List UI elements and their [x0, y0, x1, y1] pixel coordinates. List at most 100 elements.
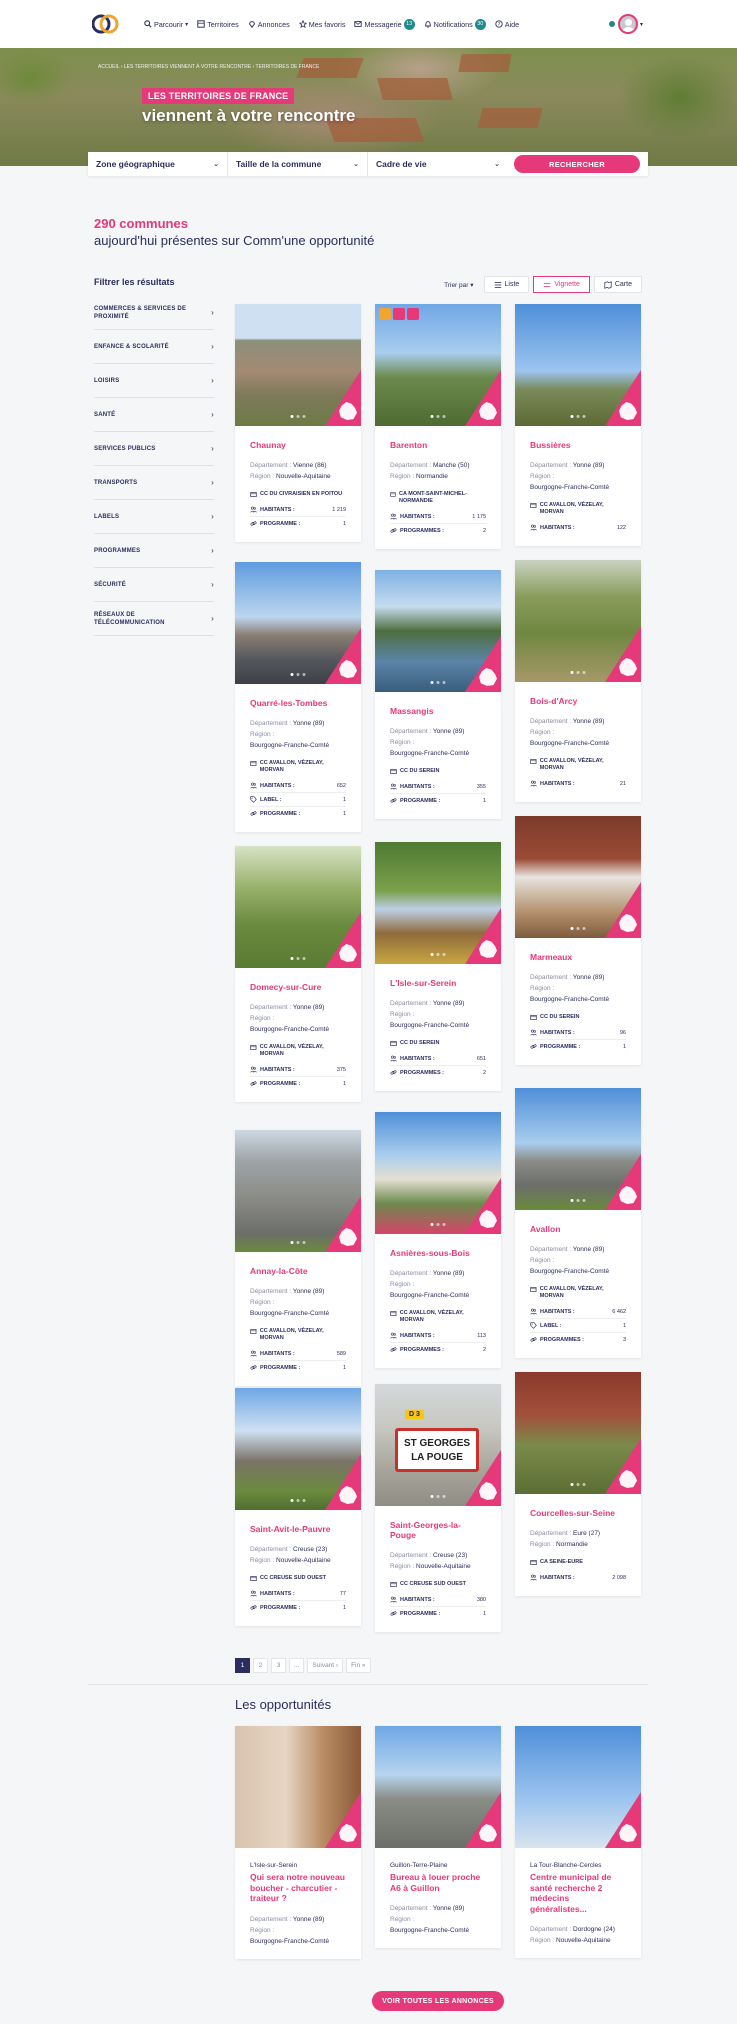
filter-securite[interactable]: SÉCURITÉ ›	[94, 568, 214, 602]
nav-parcourir[interactable]: Parcourir ▾	[144, 20, 188, 29]
commune-photo[interactable]	[235, 1130, 361, 1252]
carousel-dots[interactable]	[570, 927, 586, 930]
page-last[interactable]: Fin »	[346, 1658, 371, 1673]
commune-card[interactable]: Marmeaux Département : Yonne (89) Région…	[515, 816, 641, 1065]
commune-photo[interactable]	[235, 846, 361, 968]
carousel-dots[interactable]	[290, 1241, 306, 1244]
commune-photo[interactable]	[235, 304, 361, 426]
opportunity-title[interactable]: Centre municipal de santé recherche 2 mé…	[530, 1872, 626, 1914]
taille-select[interactable]: Taille de la commune ⌄	[228, 152, 368, 176]
view-map-button[interactable]: Carte	[593, 276, 642, 293]
opportunity-title[interactable]: Qui sera notre nouveau boucher - charcut…	[250, 1872, 346, 1904]
commune-card[interactable]: ST GEORGES LA POUGE D 3 Saint-Georges-la-P…	[375, 1384, 501, 1632]
commune-name[interactable]: Saint-Georges-la-Pouge	[390, 1520, 486, 1540]
commune-name[interactable]: Chaunay	[250, 440, 346, 450]
carousel-dots[interactable]	[570, 1199, 586, 1202]
sort-dropdown[interactable]: Trier par ▾	[444, 281, 473, 289]
commune-card[interactable]: Chaunay Département : Vienne (86) Région…	[235, 304, 361, 542]
commune-name[interactable]: Bois-d'Arcy	[530, 696, 626, 706]
commune-card[interactable]: Bussières Département : Yonne (89) Régio…	[515, 304, 641, 546]
nav-favoris[interactable]: Mes favoris	[298, 20, 345, 29]
commune-card[interactable]: Courcelles-sur-Seine Département : Eure …	[515, 1372, 641, 1596]
commune-photo[interactable]	[375, 1112, 501, 1234]
commune-photo[interactable]	[375, 570, 501, 692]
commune-name[interactable]: Massangis	[390, 706, 486, 716]
opportunity-photo[interactable]	[515, 1726, 641, 1848]
opportunity-card[interactable]: La Tour-Blanche-Cercles Centre municipal…	[515, 1726, 641, 1958]
view-list-button[interactable]: Liste	[483, 276, 530, 293]
commune-card[interactable]: L'Isle-sur-Serein Département : Yonne (8…	[375, 842, 501, 1091]
commune-name[interactable]: Courcelles-sur-Seine	[530, 1508, 626, 1518]
commune-card[interactable]: Saint-Avit-le-Pauvre Département : Creus…	[235, 1388, 361, 1626]
carousel-dots[interactable]	[430, 1495, 446, 1498]
commune-name[interactable]: Bussières	[530, 440, 626, 450]
opportunity-title[interactable]: Bureau à louer proche A6 à Guillon	[390, 1872, 486, 1893]
carousel-dots[interactable]	[430, 681, 446, 684]
commune-photo[interactable]	[515, 816, 641, 938]
commune-name[interactable]: Saint-Avit-le-Pauvre	[250, 1524, 346, 1534]
page-2[interactable]: 2	[253, 1658, 268, 1673]
commune-card[interactable]: Barenton Département : Manche (50) Régio…	[375, 304, 501, 549]
commune-card[interactable]: Domecy-sur-Cure Département : Yonne (89)…	[235, 846, 361, 1102]
commune-name[interactable]: L'Isle-sur-Serein	[390, 978, 486, 988]
commune-name[interactable]: Asnières-sous-Bois	[390, 1248, 486, 1258]
filter-programmes[interactable]: PROGRAMMES ›	[94, 534, 214, 568]
commune-photo[interactable]	[235, 562, 361, 684]
view-all-ads-button[interactable]: VOIR TOUTES LES ANNONCES	[372, 1991, 504, 2011]
carousel-dots[interactable]	[570, 1483, 586, 1486]
nav-notifications[interactable]: Notifications 30	[424, 18, 486, 30]
opportunity-photo[interactable]	[235, 1726, 361, 1848]
breadcrumb[interactable]: ACCUEIL › LES TERRITOIRES VIENNENT À VOT…	[98, 64, 319, 70]
carousel-dots[interactable]	[570, 415, 586, 418]
commune-name[interactable]: Domecy-sur-Cure	[250, 982, 346, 992]
commune-name[interactable]: Quarré-les-Tombes	[250, 698, 346, 708]
page-3[interactable]: 3	[271, 1658, 286, 1673]
nav-messagerie[interactable]: Messagerie 13	[354, 18, 415, 30]
avatar[interactable]	[617, 14, 638, 34]
carousel-dots[interactable]	[290, 1499, 306, 1502]
filter-services-publics[interactable]: SERVICES PUBLICS ›	[94, 432, 214, 466]
commune-name[interactable]: Marmeaux	[530, 952, 626, 962]
commune-card[interactable]: Quarré-les-Tombes Département : Yonne (8…	[235, 562, 361, 832]
user-menu[interactable]: ▾	[608, 14, 643, 34]
cadre-select[interactable]: Cadre de vie ⌄	[368, 152, 508, 176]
view-grid-button[interactable]: Vignette	[533, 276, 590, 293]
search-button[interactable]: RECHERCHER	[514, 155, 640, 173]
commune-photo[interactable]	[515, 1088, 641, 1210]
commune-photo[interactable]	[515, 1372, 641, 1494]
filter-loisirs[interactable]: LOISIRS ›	[94, 364, 214, 398]
commune-name[interactable]: Barenton	[390, 440, 486, 450]
filter-sante[interactable]: SANTÉ ›	[94, 398, 214, 432]
filter-transports[interactable]: TRANSPORTS ›	[94, 466, 214, 500]
opportunity-photo[interactable]	[375, 1726, 501, 1848]
carousel-dots[interactable]	[290, 673, 306, 676]
commune-photo[interactable]: ST GEORGES LA POUGE D 3	[375, 1384, 501, 1506]
commune-photo[interactable]	[515, 304, 641, 426]
commune-name[interactable]: Avallon	[530, 1224, 626, 1234]
filter-enfance[interactable]: ENFANCE & SCOLARITÉ ›	[94, 330, 214, 364]
filter-commerces[interactable]: COMMERCES & SERVICES DE PROXIMITÉ ›	[94, 296, 214, 330]
commune-card[interactable]: Asnières-sous-Bois Département : Yonne (…	[375, 1112, 501, 1368]
page-next[interactable]: Suivant ›	[307, 1658, 344, 1673]
filter-labels[interactable]: LABELS ›	[94, 500, 214, 534]
carousel-dots[interactable]	[570, 671, 586, 674]
page-1[interactable]: 1	[235, 1658, 250, 1673]
commune-card[interactable]: Annay-la-Côte Département : Yonne (89) R…	[235, 1130, 361, 1386]
commune-photo[interactable]	[375, 842, 501, 964]
zone-select[interactable]: Zone géographique ⌄	[88, 152, 228, 176]
commune-name[interactable]: Annay-la-Côte	[250, 1266, 346, 1276]
commune-card[interactable]: Massangis Département : Yonne (89) Régio…	[375, 570, 501, 819]
commune-card[interactable]: Avallon Département : Yonne (89) Région …	[515, 1088, 641, 1358]
carousel-dots[interactable]	[290, 415, 306, 418]
commune-card[interactable]: Bois-d'Arcy Département : Yonne (89) Rég…	[515, 560, 641, 802]
carousel-dots[interactable]	[290, 957, 306, 960]
commune-photo[interactable]	[375, 304, 501, 426]
nav-aide[interactable]: ? Aide	[495, 20, 519, 29]
commune-photo[interactable]	[235, 1388, 361, 1510]
carousel-dots[interactable]	[430, 953, 446, 956]
nav-territoires[interactable]: Territoires	[197, 20, 239, 29]
commune-photo[interactable]	[515, 560, 641, 682]
opportunity-card[interactable]: L'Isle-sur-Serein Qui sera notre nouveau…	[235, 1726, 361, 1959]
carousel-dots[interactable]	[430, 1223, 446, 1226]
site-logo[interactable]	[92, 13, 120, 35]
